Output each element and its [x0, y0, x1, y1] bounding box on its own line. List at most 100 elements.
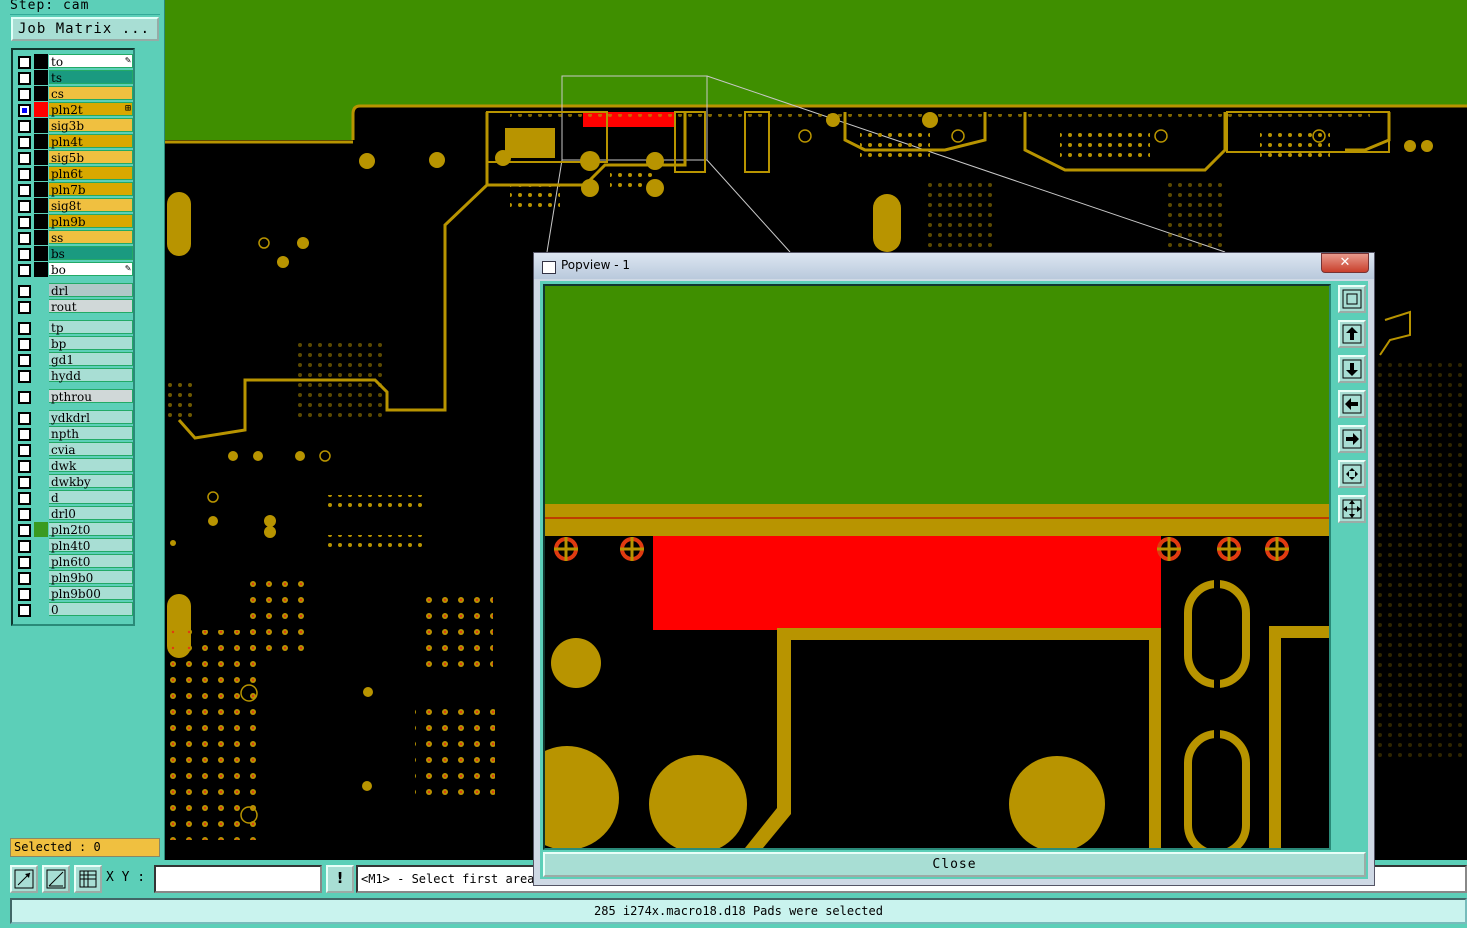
layer-row-pln4t[interactable]: pln4t: [17, 134, 133, 149]
layer-row-ss[interactable]: ss: [17, 230, 133, 245]
layer-row-bo[interactable]: bo ✎: [17, 262, 133, 277]
layer-row-sig5b[interactable]: sig5b: [17, 150, 133, 165]
layer-row-dwkby[interactable]: dwkby: [17, 474, 133, 489]
layer-checkbox[interactable]: [18, 476, 31, 489]
layer-row-gd1[interactable]: gd1: [17, 352, 133, 367]
layer-checkbox[interactable]: [18, 56, 31, 69]
layer-name[interactable]: pln4t0: [49, 538, 133, 553]
layer-color-swatch[interactable]: [34, 442, 48, 457]
layer-color-swatch[interactable]: [34, 389, 48, 404]
layer-checkbox[interactable]: [18, 184, 31, 197]
layer-name[interactable]: cvia: [49, 442, 133, 457]
layer-row-pln4t0[interactable]: pln4t0: [17, 538, 133, 553]
layer-checkbox[interactable]: [18, 216, 31, 229]
pan-up-button[interactable]: [1338, 320, 1366, 348]
layer-row-d[interactable]: d: [17, 490, 133, 505]
layer-name[interactable]: gd1: [49, 352, 133, 367]
layer-color-swatch[interactable]: [34, 246, 48, 261]
layer-name[interactable]: ts: [49, 70, 133, 85]
layer-row-cs[interactable]: cs: [17, 86, 133, 101]
layer-color-swatch[interactable]: [34, 490, 48, 505]
layer-color-swatch[interactable]: [34, 70, 48, 85]
layer-color-swatch[interactable]: [34, 336, 48, 351]
layer-name[interactable]: npth: [49, 426, 133, 441]
layer-checkbox[interactable]: [18, 572, 31, 585]
layer-checkbox[interactable]: [18, 492, 31, 505]
layer-row-sig8t[interactable]: sig8t: [17, 198, 133, 213]
layer-name[interactable]: drl: [49, 283, 133, 298]
layer-checkbox[interactable]: [18, 120, 31, 133]
layer-name[interactable]: sig5b: [49, 150, 133, 165]
layer-color-swatch[interactable]: [34, 320, 48, 335]
layer-name[interactable]: pln6t: [49, 166, 133, 181]
layer-row-sig3b[interactable]: sig3b: [17, 118, 133, 133]
layer-name[interactable]: pln9b: [49, 214, 133, 229]
layer-name[interactable]: pln9b00: [49, 586, 133, 601]
layer-row-drl0[interactable]: drl0: [17, 506, 133, 521]
layer-row-pln2t0[interactable]: pln2t0: [17, 522, 133, 537]
layer-color-swatch[interactable]: [34, 102, 48, 117]
layer-name[interactable]: cs: [49, 86, 133, 101]
layer-checkbox[interactable]: [18, 428, 31, 441]
layer-name[interactable]: pln7b: [49, 182, 133, 197]
layer-name[interactable]: drl0: [49, 506, 133, 521]
layer-name[interactable]: bs: [49, 246, 133, 261]
zoom-in-button[interactable]: [1338, 460, 1366, 488]
layer-color-swatch[interactable]: [34, 570, 48, 585]
layer-checkbox[interactable]: [18, 460, 31, 473]
layer-row-pln6t[interactable]: pln6t: [17, 166, 133, 181]
layer-checkbox[interactable]: [18, 604, 31, 617]
layer-row-cvia[interactable]: cvia: [17, 442, 133, 457]
layer-name[interactable]: sig3b: [49, 118, 133, 133]
layer-row-drl[interactable]: drl: [17, 283, 133, 298]
layer-name[interactable]: 0: [49, 602, 133, 617]
popview-canvas[interactable]: [543, 284, 1331, 850]
layer-name[interactable]: dwk: [49, 458, 133, 473]
layer-row-pln9b00[interactable]: pln9b00: [17, 586, 133, 601]
zoom-area-button[interactable]: [10, 865, 38, 893]
layer-name[interactable]: pln2t: [49, 102, 133, 117]
layer-checkbox[interactable]: [18, 556, 31, 569]
layer-name[interactable]: ss: [49, 230, 133, 245]
layer-row-pln2t[interactable]: pln2t ⊞: [17, 102, 133, 117]
pan-left-button[interactable]: [1338, 390, 1366, 418]
layer-checkbox[interactable]: [18, 104, 31, 117]
layer-row-pthrou[interactable]: pthrou: [17, 389, 133, 404]
layer-name[interactable]: sig8t: [49, 198, 133, 213]
layer-name[interactable]: pln2t0: [49, 522, 133, 537]
pan-right-button[interactable]: [1338, 425, 1366, 453]
grid-button[interactable]: [74, 865, 102, 893]
layer-name[interactable]: d: [49, 490, 133, 505]
layer-name[interactable]: bp: [49, 336, 133, 351]
layer-color-swatch[interactable]: [34, 426, 48, 441]
layer-checkbox[interactable]: [18, 370, 31, 383]
layer-color-swatch[interactable]: [34, 262, 48, 277]
layer-row-pln9b[interactable]: pln9b: [17, 214, 133, 229]
layer-checkbox[interactable]: [18, 264, 31, 277]
measure-button[interactable]: [42, 865, 70, 893]
layer-checkbox[interactable]: [18, 508, 31, 521]
layer-name[interactable]: tp: [49, 320, 133, 335]
layer-name[interactable]: hydd: [49, 368, 133, 383]
layer-color-swatch[interactable]: [34, 134, 48, 149]
layer-color-swatch[interactable]: [34, 458, 48, 473]
layer-row-tp[interactable]: tp: [17, 320, 133, 335]
layer-name[interactable]: pln9b0: [49, 570, 133, 585]
layer-name[interactable]: pln4t: [49, 134, 133, 149]
layer-color-swatch[interactable]: [34, 230, 48, 245]
layer-row-dwk[interactable]: dwk: [17, 458, 133, 473]
layer-checkbox[interactable]: [18, 248, 31, 261]
layer-color-swatch[interactable]: [34, 283, 48, 298]
layer-checkbox[interactable]: [18, 338, 31, 351]
layer-row-npth[interactable]: npth: [17, 426, 133, 441]
layer-row-ydkdrl[interactable]: ydkdrl: [17, 410, 133, 425]
layer-row-bp[interactable]: bp: [17, 336, 133, 351]
layer-color-swatch[interactable]: [34, 368, 48, 383]
layer-checkbox[interactable]: [18, 232, 31, 245]
layer-color-swatch[interactable]: [34, 522, 48, 537]
layer-color-swatch[interactable]: [34, 299, 48, 314]
layer-checkbox[interactable]: [18, 391, 31, 404]
layer-name[interactable]: bo: [49, 262, 133, 277]
layer-color-swatch[interactable]: [34, 586, 48, 601]
layer-color-swatch[interactable]: [34, 86, 48, 101]
